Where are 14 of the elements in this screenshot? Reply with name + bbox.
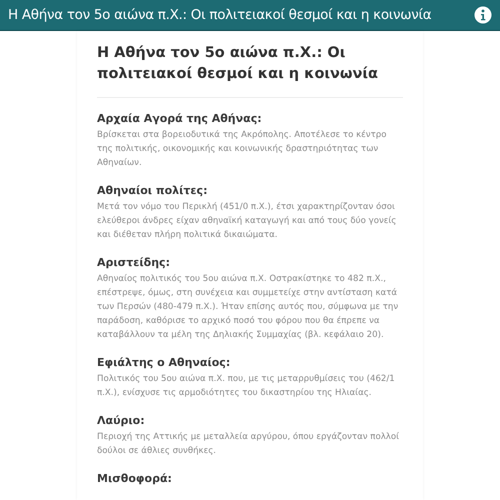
glossary-term: Εφιάλτης ο Αθηναίος: bbox=[97, 356, 232, 369]
info-icon[interactable] bbox=[474, 6, 492, 24]
header-title: Η Αθήνα τον 5ο αιώνα π.Χ.: Οι πολιτειακοί θεσμοί και η κοινωνία bbox=[8, 7, 432, 23]
glossary-definition: Πολιτικός του 5ου αιώνα π.Χ. που, με τις μεταρρυθμίσεις του (462/1 π.Χ.), ενίσχυσε τις αρμοδιότητες του δικαστηρίου της Ηλιαίας. bbox=[97, 373, 396, 400]
glossary-term: Μισθοφορά: bbox=[97, 472, 173, 485]
article-title: Η Αθήνα τον 5ο αιώνα π.Χ.: Οι πολιτειακοί θεσμοί και η κοινωνία bbox=[97, 44, 380, 84]
glossary-definition: Περιοχή της Αττικής με μεταλλεία αργύρου, όπου εργάζονταν πολλοί δούλοι σε άθλιες συνθήκες. bbox=[97, 431, 400, 458]
glossary-term: Αριστείδης: bbox=[97, 256, 171, 269]
glossary-definition: Βρίσκεται στα βορειοδυτικά της Ακρόπολης. Αποτέλεσε το κέντρο της πολιτικής, οικονομικής και κοινωνικής δραστηριότητας των Αθηναίων. bbox=[97, 129, 388, 170]
glossary-definition: Αθηναίος πολιτικός του 5ου αιώνα π.Χ. Οστρακίστηκε το 482 π.Χ., επέστρεψε, όμως, στη συνέχεια και συμμετείχε στην αντίσταση κατά των Περσών (480-479 π.Χ.). Ήταν επίσης αυτός που, σύμφωνα με την παράδοση, καθόρισε το αρχικό ποσό του φόρου που θα έπρεπε να καταβάλλουν τα μέλη της Δηλιακής Συμμαχίας (βλ. κεφάλαιο 20). bbox=[97, 273, 400, 342]
glossary-term: Αρχαία Αγορά της Αθήνας: bbox=[97, 112, 263, 125]
glossary-term: Λαύριο: bbox=[97, 414, 146, 427]
glossary-definition: Μετά τον νόμο του Περικλή (451/0 π.Χ.), έτσι χαρακτηρίζονταν όσοι ελεύθεροι άνδρες είχαν αθηναϊκή καταγωγή και από τους δύο γονείς και διέθεταν πλήρη πολιτικά δικαιώματα. bbox=[97, 201, 398, 242]
glossary-term: Αθηναίοι πολίτες: bbox=[97, 184, 208, 197]
